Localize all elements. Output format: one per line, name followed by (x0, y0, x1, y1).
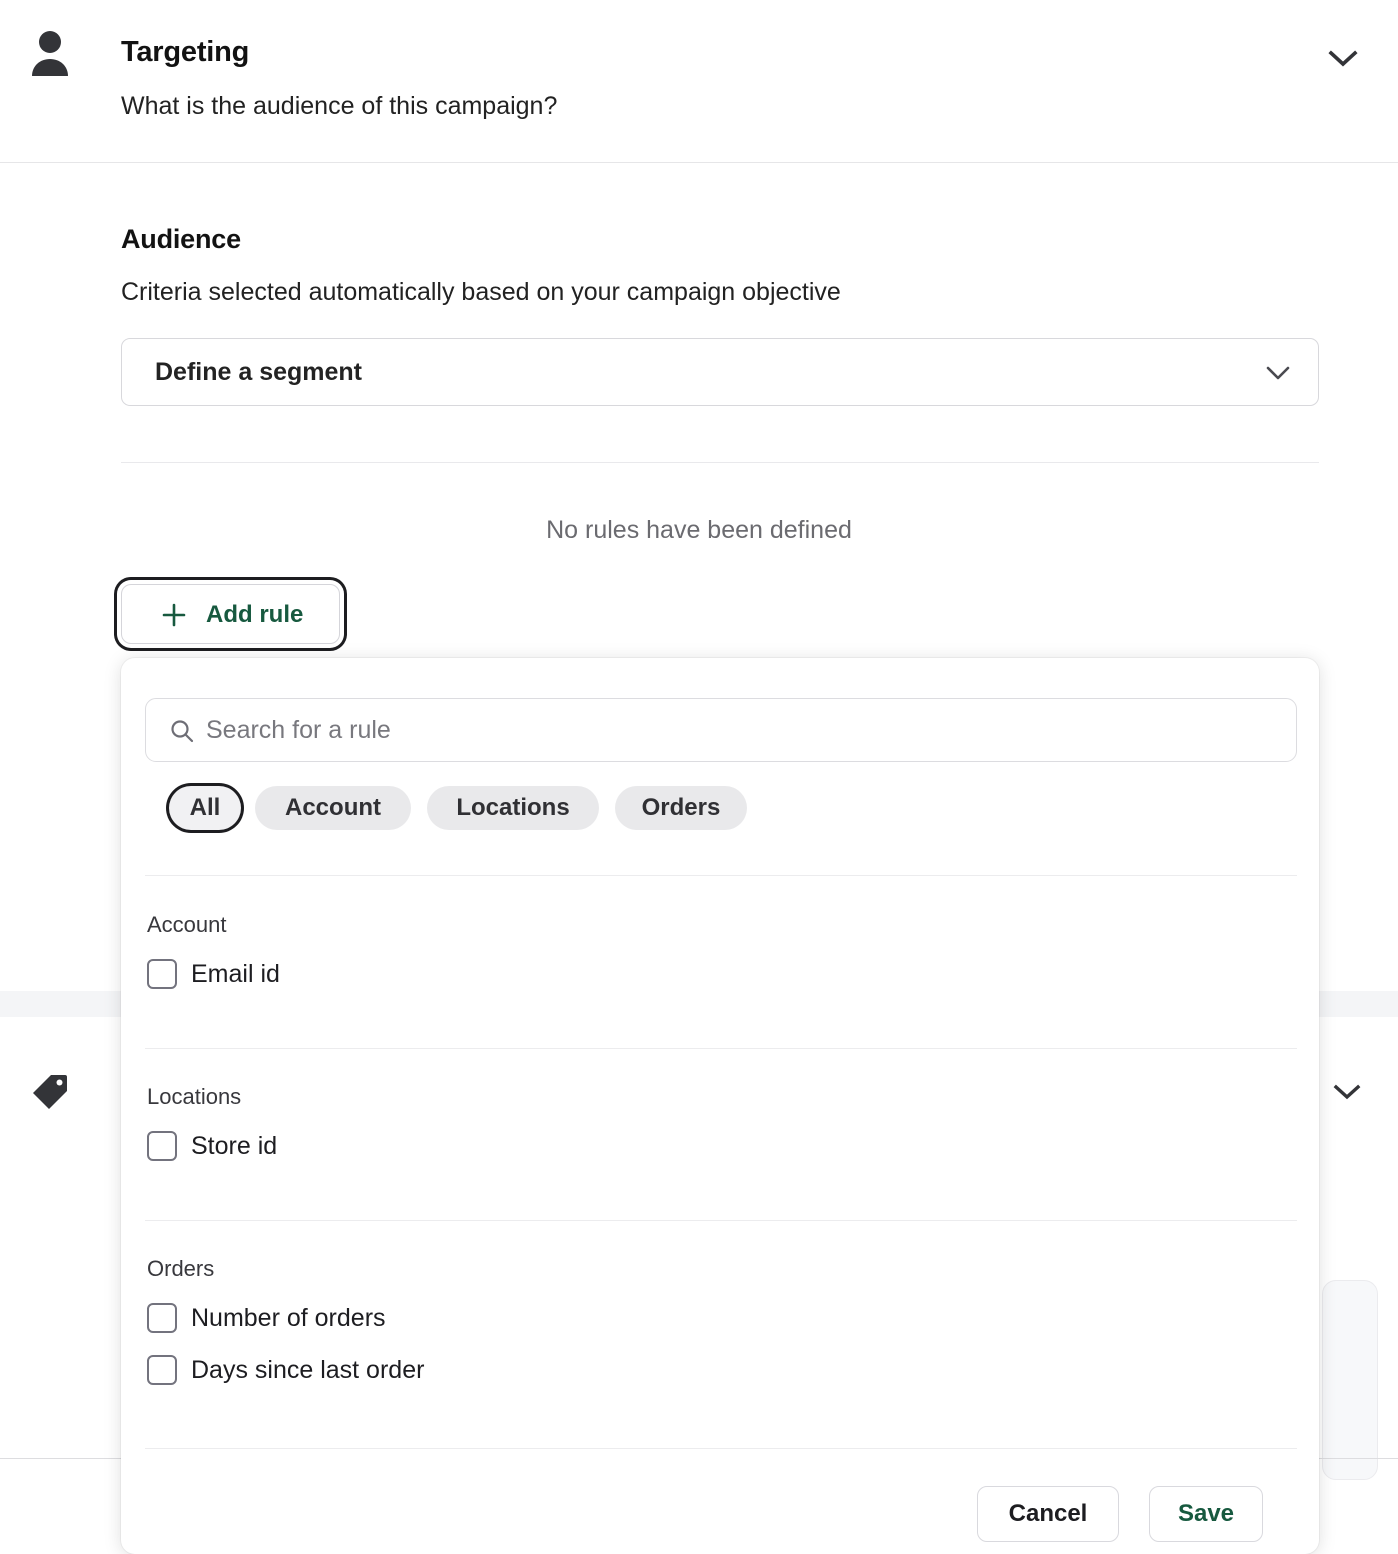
rule-option-row[interactable]: Email id (147, 952, 280, 996)
checkbox-icon[interactable] (147, 1303, 177, 1333)
search-rule-field[interactable] (145, 698, 1297, 762)
section-divider (0, 162, 1398, 163)
filter-chip-all[interactable]: All (169, 786, 241, 830)
empty-state-text: No rules have been defined (546, 516, 852, 544)
plus-icon (162, 603, 186, 627)
footer-divider (145, 1448, 1297, 1449)
cancel-button[interactable]: Cancel (977, 1486, 1119, 1542)
page-title: Targeting (121, 36, 250, 68)
chevron-down-icon[interactable] (1326, 44, 1360, 72)
section-subtitle: What is the audience of this campaign? (121, 92, 558, 120)
save-button[interactable]: Save (1149, 1486, 1263, 1542)
search-input[interactable] (206, 699, 1286, 761)
rule-option-label: Days since last order (191, 1355, 425, 1384)
targeting-panel: Targeting What is the audience of this c… (0, 0, 1398, 1554)
tag-icon (31, 1073, 69, 1111)
filter-chip-group: All Account Locations Orders (145, 786, 1297, 834)
rule-option-label: Store id (191, 1131, 278, 1160)
rule-option-row[interactable]: Store id (147, 1124, 277, 1168)
segment-select-value: Define a segment (155, 358, 363, 386)
rule-option-label: Email id (191, 959, 280, 988)
filter-chip-account[interactable]: Account (255, 786, 411, 830)
filter-chip-orders[interactable]: Orders (615, 786, 747, 830)
group-divider (145, 1220, 1297, 1221)
segment-select[interactable]: Define a segment (121, 338, 1319, 406)
checkbox-icon[interactable] (147, 1355, 177, 1385)
rule-picker-popup: All Account Locations Orders Account Email i… (121, 658, 1319, 1554)
rule-option-label: Number of orders (191, 1303, 386, 1332)
group-label-account: Account (147, 912, 227, 937)
chevron-down-icon[interactable] (1332, 1079, 1362, 1103)
audience-subtitle: Criteria selected automatically based on… (121, 278, 841, 306)
chevron-down-icon (1264, 363, 1292, 383)
filter-chip-locations[interactable]: Locations (427, 786, 599, 830)
section-header: Targeting What is the audience of this c… (0, 0, 1398, 162)
group-divider (145, 1048, 1297, 1049)
group-label-orders: Orders (147, 1256, 215, 1281)
group-label-locations: Locations (147, 1084, 242, 1109)
person-icon (30, 30, 70, 76)
rule-option-row[interactable]: Days since last order (147, 1348, 424, 1392)
add-rule-label: Add rule (206, 601, 304, 628)
rule-option-row[interactable]: Number of orders (147, 1296, 386, 1340)
checkbox-icon[interactable] (147, 959, 177, 989)
audience-heading: Audience (121, 224, 241, 254)
group-divider (145, 875, 1297, 876)
add-rule-button[interactable]: Add rule (121, 584, 340, 644)
search-icon (169, 718, 195, 744)
audience-divider (121, 462, 1319, 463)
checkbox-icon[interactable] (147, 1131, 177, 1161)
background-card (1322, 1280, 1378, 1480)
